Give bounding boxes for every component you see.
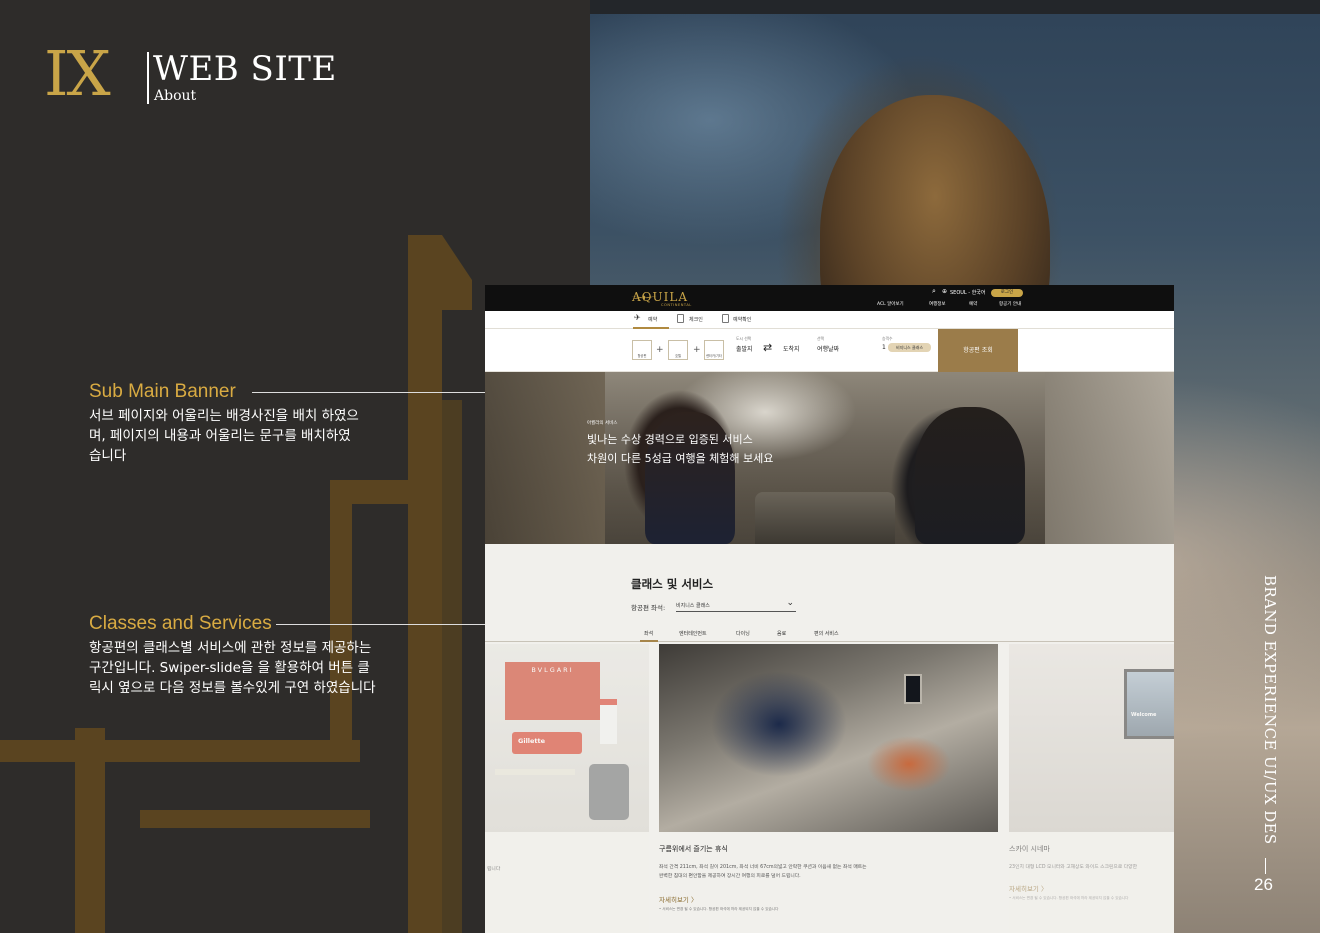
decorative-line [0, 740, 360, 762]
annotation-line: 습니다 [89, 448, 127, 464]
date-field[interactable]: 여행날짜 [817, 344, 839, 353]
side-divider [1265, 858, 1266, 874]
annotation-leader-line [276, 624, 504, 625]
seat-class-select[interactable]: 비지니스 클래스 [676, 597, 796, 612]
swap-icon[interactable]: ⇄ [763, 341, 772, 354]
page-subtitle: About [154, 88, 197, 104]
tab-drinks[interactable]: 음료 [777, 630, 786, 637]
tab-reservation-check[interactable]: 예약확인 [733, 316, 751, 323]
arrival-field[interactable]: 도착지 [783, 344, 800, 353]
annotation-text-banner: 서브 페이지와 어울리는 배경사진을 배치 하였으 며, 페이지의 내용과 어울… [89, 406, 359, 466]
cabin-seat-right [1045, 372, 1174, 544]
language-selector[interactable]: SEOUL - 한국어 [950, 289, 986, 296]
card-desc: 좌석 간격 211cm, 좌석 길이 201cm, 좌석 너비 67cm의넓고 … [659, 863, 867, 881]
card-desc-line: 완벽한 침대의 편안함을 제공하여 장시간 여행의 피로를 덜어 드립니다. [659, 874, 801, 879]
page-title: WEB SITE [153, 49, 337, 89]
tab-entertainment[interactable]: 엔터테인먼트 [679, 630, 707, 637]
page-number: 26 [1254, 875, 1273, 894]
website-mockup: AQUILA CONTINENTAL ⌕ ⊕ SEOUL - 한국어 로그인 A… [485, 285, 1174, 933]
search-icon[interactable]: ⌕ [932, 287, 936, 296]
banner-headline: 빛나는 수상 경력으로 입증된 서비스 차원이 다른 5성급 여행을 체험해 보… [587, 430, 773, 468]
booking-tabs: ✈ 예약 체크인 예약확인 [485, 311, 1174, 329]
annotation-line: 서브 페이지와 어울리는 배경사진을 배치 하였으 [89, 408, 359, 424]
active-service-tab-indicator [640, 640, 658, 642]
banner-line: 차원이 다른 5성급 여행을 체험해 보세요 [587, 452, 774, 465]
passenger-man [915, 407, 1025, 544]
inactive-slide-overlay [485, 644, 649, 933]
pax-count[interactable]: 1 [882, 344, 886, 351]
class-badge[interactable]: 비지니스 클래스 [888, 343, 931, 352]
step-label: 호텔 [675, 354, 681, 358]
plane-icon: ✈ [634, 313, 641, 322]
search-flights-button[interactable]: 항공편 조회 [938, 329, 1018, 372]
site-logo-sub: CONTINENTAL [661, 303, 692, 307]
annotation-line: 구간입니다. Swiper-slide을 을 활용하여 버튼 클 [89, 660, 370, 676]
side-caption-text: BRAND EXPERIENCE UI/UX DES [1261, 575, 1279, 845]
date-label: 선택 [817, 336, 824, 341]
annotation-title-classes: Classes and Services [89, 613, 272, 634]
tab-seat[interactable]: 좌석 [644, 630, 653, 637]
slide-business-seat[interactable] [659, 644, 998, 832]
logo-divider [147, 52, 149, 104]
departure-field[interactable]: 출발지 [736, 344, 753, 353]
site-logo[interactable]: AQUILA [632, 290, 688, 304]
cabin-table [755, 492, 895, 544]
booking-bar: 항공편 + 호텔 + 렌터카/기타 도시 선택 출발지 ⇄ 도착지 선택 여행날… [485, 329, 1174, 372]
section-title: 클래스 및 서비스 [631, 577, 714, 591]
plus-icon: + [693, 345, 701, 355]
annotation-line: 릭시 옆으로 다음 정보를 볼수있게 구연 하였습니다 [89, 680, 376, 696]
tab-amenities[interactable]: 편의 서비스 [814, 630, 839, 637]
globe-icon[interactable]: ⊕ [942, 288, 947, 295]
step-flight[interactable]: 항공편 [632, 340, 652, 360]
login-button[interactable]: 로그인 [991, 289, 1023, 297]
seat-monitor [904, 674, 922, 704]
tab-booking[interactable]: 예약 [648, 316, 657, 323]
more-link[interactable]: 자세히보기 〉 [659, 894, 697, 904]
step-label: 렌터카/기타 [706, 354, 722, 358]
tab-divider [485, 641, 1174, 642]
tab-dining[interactable]: 다이닝 [736, 630, 750, 637]
from-label: 도시 선택 [736, 336, 752, 341]
gnb-item[interactable]: 항공기 안내 [999, 301, 1021, 307]
card-title: 구름위에서 즐기는 휴식 [659, 845, 728, 853]
banner-line: 빛나는 수상 경력으로 입증된 서비스 [587, 433, 753, 446]
annotation-text-classes: 항공편의 클래스별 서비스에 관한 정보를 제공하는 구간입니다. Swiper… [89, 638, 376, 698]
annotation-leader-line [252, 392, 494, 393]
lock-icon [722, 314, 729, 323]
decorative-line [140, 810, 370, 828]
gnb-item[interactable]: ACL 알아보기 [877, 301, 904, 307]
card-note: • 서비스는 변경 될 수 있습니다. 항공편 좌석에 따라 제공되지 않을 수… [659, 907, 779, 911]
decorative-line [442, 400, 462, 933]
seat-select-label: 항공편 좌석: [631, 604, 666, 612]
step-hotel[interactable]: 호텔 [668, 340, 688, 360]
annotation-title-banner: Sub Main Banner [89, 381, 236, 402]
plus-icon: + [656, 345, 664, 355]
decorative-line [330, 480, 352, 740]
step-car[interactable]: 렌터카/기타 [704, 340, 724, 360]
inactive-slide-overlay [1009, 644, 1174, 933]
decorative-line [442, 235, 472, 310]
site-header: AQUILA CONTINENTAL ⌕ ⊕ SEOUL - 한국어 로그인 A… [485, 285, 1174, 311]
annotation-line: 며, 페이지의 내용과 어울리는 문구를 배치하였 [89, 428, 351, 444]
gnb-item[interactable]: 예약 [969, 301, 977, 307]
window-frame [590, 0, 1320, 14]
decorative-line [408, 235, 442, 933]
sub-main-banner: 아퀼라의 서비스 빛나는 수상 경력으로 입증된 서비스 차원이 다른 5성급 … [485, 372, 1174, 544]
logo-mark: IX [44, 37, 111, 110]
banner-kicker: 아퀼라의 서비스 [587, 421, 618, 426]
tab-checkin[interactable]: 체크인 [689, 316, 703, 323]
annotation-line: 항공편의 클래스별 서비스에 관한 정보를 제공하는 [89, 640, 372, 656]
step-label: 항공편 [637, 354, 647, 358]
side-caption: BRAND EXPERIENCE UI/UX DES [1257, 575, 1279, 865]
card-desc-line: 좌석 간격 211cm, 좌석 길이 201cm, 좌석 너비 67cm의넓고 … [659, 865, 867, 870]
decorative-line [75, 728, 105, 933]
gnb-item[interactable]: 여행정보 [929, 301, 946, 307]
pax-label: 승객수 [882, 336, 893, 341]
checkin-icon [677, 314, 684, 323]
